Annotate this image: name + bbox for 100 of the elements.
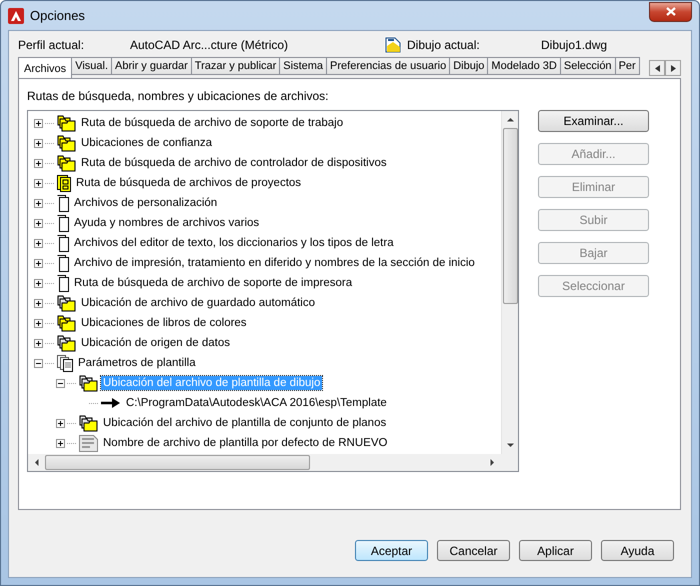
document-icon	[57, 194, 69, 212]
scroll-right-button[interactable]	[665, 60, 681, 76]
document-icon	[57, 234, 69, 252]
horizontal-scrollbar[interactable]	[28, 454, 501, 471]
scroll-down-icon[interactable]	[506, 442, 514, 449]
dialog-button[interactable]: Cancelar	[437, 540, 510, 561]
tree-connector	[45, 222, 55, 224]
expand-icon[interactable]	[34, 198, 43, 208]
tree-connector	[45, 142, 55, 144]
tab[interactable]: Dibujo	[449, 57, 488, 75]
drawing-file-icon	[385, 37, 401, 53]
tab[interactable]: Sistema	[279, 57, 328, 75]
tab[interactable]: Archivos	[18, 57, 72, 78]
folders-icon	[57, 134, 76, 152]
tree-item[interactable]: Ubicaciones de libros de colores	[79, 316, 249, 330]
tree-item[interactable]: Nombre de archivo de plantilla por defecto de RNUEVO	[101, 436, 390, 450]
tab[interactable]: Modelado 3D	[487, 57, 561, 75]
expand-icon[interactable]	[34, 238, 43, 248]
tree-connector	[67, 442, 77, 444]
scroll-right-icon[interactable]	[489, 459, 496, 466]
scroll-thumb[interactable]	[502, 128, 518, 304]
arrow-icon	[101, 397, 121, 409]
action-button[interactable]: Examinar...	[538, 110, 649, 132]
folders-icon	[79, 414, 98, 432]
tree-item[interactable]: Ubicaciones de confianza	[79, 136, 214, 150]
expand-icon[interactable]	[34, 178, 43, 188]
tree-item[interactable]: Archivos de personalización	[72, 196, 220, 210]
drawing-value: Dibujo1.dwg	[541, 38, 608, 52]
expand-icon[interactable]	[34, 318, 43, 328]
drawing-label: Dibujo actual:	[407, 38, 481, 52]
tab[interactable]: Selección	[560, 57, 616, 75]
tree-item[interactable]: Ubicación del archivo de plantilla de conjunto de planos	[101, 416, 388, 430]
tree-item[interactable]: Archivos del editor de texto, los diccionarios y los tipos de letra	[72, 236, 396, 250]
tree-item[interactable]: Parámetros de plantilla	[76, 356, 198, 370]
collapse-icon[interactable]	[56, 378, 65, 388]
tree-item[interactable]: Ruta de búsqueda de archivo de soporte de impresora	[72, 276, 354, 290]
binder-icon	[57, 174, 71, 192]
tree-connector	[45, 302, 55, 304]
folders-icon	[57, 114, 76, 132]
document-icon	[57, 254, 69, 272]
collapse-icon[interactable]	[34, 358, 43, 368]
folders-icon	[79, 374, 98, 392]
section-heading: Rutas de búsqueda, nombres y ubicaciones de archivos:	[27, 89, 330, 103]
tree-connector	[45, 242, 55, 244]
expand-icon[interactable]	[34, 158, 43, 168]
profile-value: AutoCAD Arc...cture (Métrico)	[130, 38, 290, 52]
vertical-scrollbar[interactable]	[501, 111, 518, 454]
close-icon	[666, 7, 676, 16]
tree-connector	[45, 182, 55, 184]
tree-item[interactable]: Ruta de búsqueda de archivo de controlador de dispositivos	[79, 156, 389, 170]
scroll-left-icon[interactable]	[33, 459, 40, 466]
tree-connector	[45, 282, 55, 284]
tree-item[interactable]: Ubicación de origen de datos	[79, 336, 232, 350]
close-button[interactable]	[649, 2, 692, 22]
tree-connector	[89, 402, 99, 404]
tab[interactable]: Per	[614, 57, 640, 75]
expand-icon[interactable]	[34, 118, 43, 128]
profile-label: Perfil actual:	[18, 38, 86, 52]
tree-item[interactable]: Ayuda y nombres de archivos varios	[72, 216, 262, 230]
tree-item[interactable]: Ruta de búsqueda de archivo de soporte de trabajo	[79, 116, 346, 130]
dialog-button[interactable]: Aplicar	[519, 540, 592, 561]
tree-item[interactable]: C:\ProgramData\Autodesk\ACA 2016\esp\Template	[124, 396, 389, 410]
folders-icon	[57, 334, 76, 352]
expand-icon[interactable]	[34, 298, 43, 308]
tree-connector	[45, 322, 55, 324]
expand-icon[interactable]	[34, 258, 43, 268]
right-arrow-icon	[670, 64, 676, 72]
scroll-left-button[interactable]	[649, 60, 665, 76]
documents-icon	[57, 354, 73, 372]
app-logo-icon	[8, 8, 24, 24]
dialog-button[interactable]: Aceptar	[355, 540, 428, 561]
left-arrow-icon	[654, 64, 660, 72]
tree-connector	[45, 362, 55, 364]
tree-connector	[45, 122, 55, 124]
expand-icon[interactable]	[34, 278, 43, 288]
tree-connector	[45, 342, 55, 344]
folders-icon	[57, 294, 76, 312]
expand-icon[interactable]	[56, 438, 65, 448]
folders-icon	[57, 314, 76, 332]
tree-item[interactable]: Ubicación de archivo de guardado automático	[79, 296, 317, 310]
tree-connector	[67, 382, 77, 384]
expand-icon[interactable]	[34, 138, 43, 148]
dialog-button[interactable]: Ayuda	[601, 540, 674, 561]
tab[interactable]: Abrir y guardar	[111, 57, 192, 75]
scroll-up-icon[interactable]	[506, 116, 514, 123]
tab[interactable]: Trazar y publicar	[190, 57, 280, 75]
document-icon	[57, 274, 69, 292]
tab[interactable]: Visual.	[71, 57, 112, 75]
window-title: Opciones	[30, 8, 86, 23]
tree-item[interactable]: Archivo de impresión, tratamiento en diferido y nombres de la sección de inicio	[72, 256, 477, 270]
template-file-icon	[79, 434, 98, 452]
tab[interactable]: Preferencias de usuario	[326, 57, 450, 75]
scroll-thumb[interactable]	[45, 455, 310, 470]
folders-icon	[57, 154, 76, 172]
tree-connector	[45, 202, 55, 204]
tree-connector	[45, 162, 55, 164]
expand-icon[interactable]	[34, 338, 43, 348]
tree-item[interactable]: Ruta de búsqueda de archivos de proyectos	[74, 176, 304, 190]
expand-icon[interactable]	[34, 218, 43, 228]
expand-icon[interactable]	[56, 418, 65, 428]
